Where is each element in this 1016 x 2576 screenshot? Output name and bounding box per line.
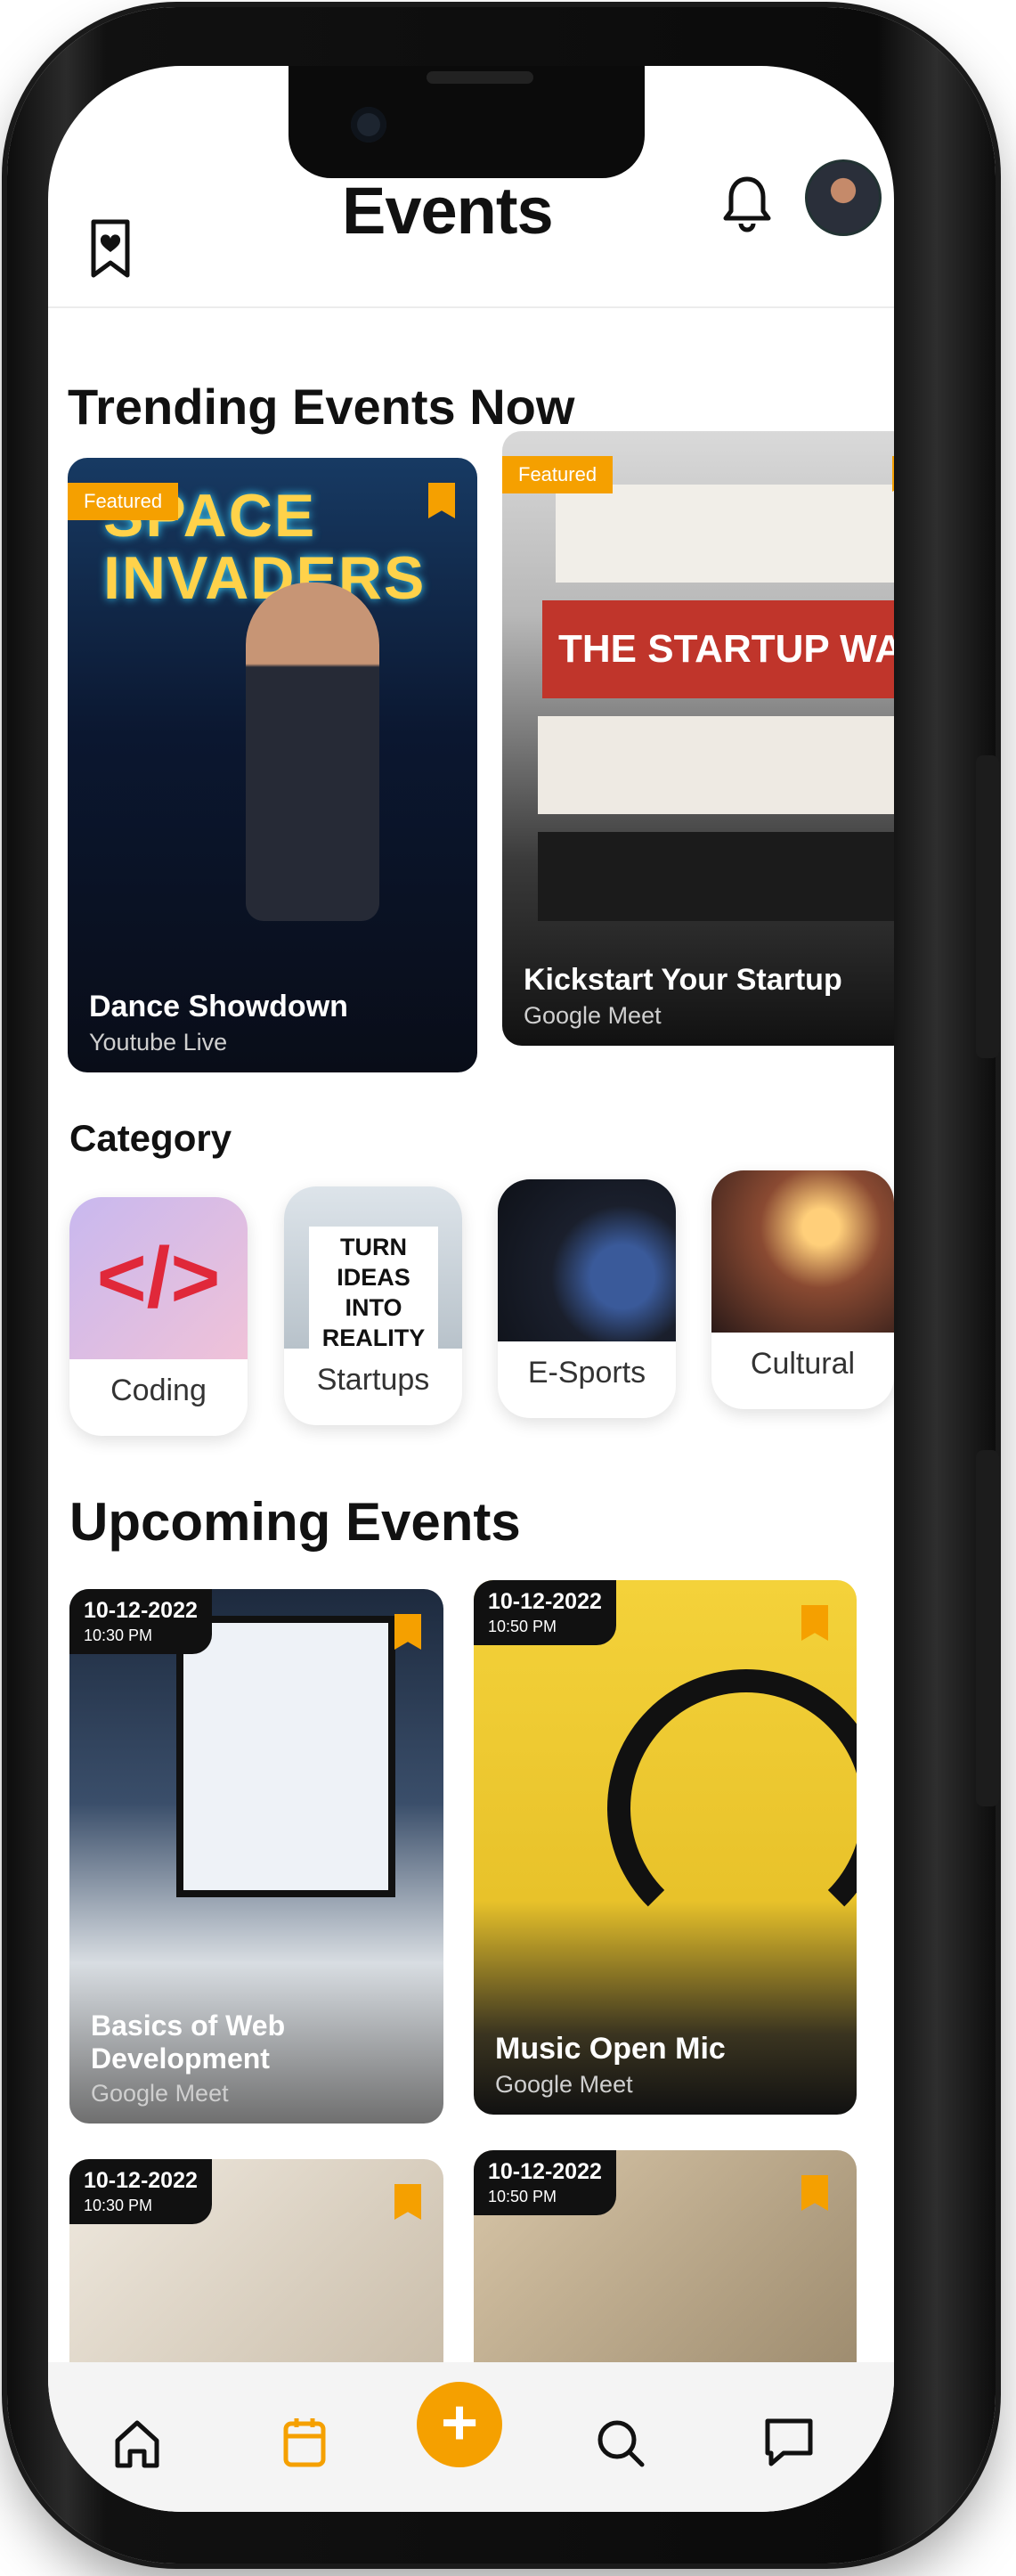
bookmark-heart-icon[interactable] bbox=[88, 217, 133, 280]
event-date: 10-12-2022 bbox=[84, 2168, 198, 2193]
category-label: E-Sports bbox=[527, 1356, 646, 1390]
category-item-startups[interactable]: TURN IDEAS INTO REALITY Startups bbox=[284, 1186, 462, 1425]
featured-badge: Featured bbox=[68, 483, 179, 520]
card-platform: Google Meet bbox=[91, 2080, 229, 2107]
home-icon[interactable] bbox=[110, 2417, 164, 2471]
date-tag: 10-12-2022 10:50 PM bbox=[474, 2150, 616, 2215]
event-time: 10:30 PM bbox=[84, 1626, 153, 1644]
card-platform: Google Meet bbox=[495, 2071, 633, 2098]
code-icon: </> bbox=[69, 1197, 248, 1359]
upcoming-card-1[interactable]: 10-12-2022 10:30 PM Basics of Web Develo… bbox=[69, 1589, 443, 2124]
bookmark-icon[interactable] bbox=[801, 2175, 828, 2211]
event-date: 10-12-2022 bbox=[84, 1598, 198, 1623]
event-date: 10-12-2022 bbox=[488, 2159, 602, 2184]
upcoming-card-3[interactable]: 10-12-2022 10:30 PM bbox=[69, 2159, 443, 2391]
avatar[interactable] bbox=[805, 159, 882, 236]
book-2: THE STARTUP WAY bbox=[542, 600, 894, 698]
card-title: Kickstart Your Startup bbox=[524, 963, 842, 997]
page-title: Events bbox=[342, 174, 554, 248]
headphones-icon bbox=[607, 1669, 857, 1947]
side-button-upper bbox=[976, 755, 999, 1058]
category-item-cultural[interactable]: Cultural bbox=[711, 1170, 894, 1409]
calendar-icon[interactable] bbox=[278, 2414, 331, 2471]
date-tag: 10-12-2022 10:30 PM bbox=[69, 2159, 212, 2224]
card-title: Dance Showdown bbox=[89, 990, 348, 1023]
card-platform: Youtube Live bbox=[89, 1029, 228, 1056]
category-label: Cultural bbox=[750, 1347, 856, 1381]
trending-heading: Trending Events Now bbox=[68, 379, 575, 435]
category-heading: Category bbox=[69, 1117, 232, 1159]
card-photo-person bbox=[246, 583, 379, 921]
book-3 bbox=[538, 716, 894, 814]
lightbox-text: TURN IDEAS INTO REALITY bbox=[309, 1227, 438, 1358]
date-tag: 10-12-2022 10:50 PM bbox=[474, 1580, 616, 1645]
bookmark-icon[interactable] bbox=[394, 2184, 421, 2220]
event-date: 10-12-2022 bbox=[488, 1589, 602, 1614]
camera bbox=[351, 107, 386, 143]
upcoming-card-4[interactable]: 10-12-2022 10:50 PM bbox=[474, 2150, 857, 2391]
startups-image: TURN IDEAS INTO REALITY bbox=[284, 1186, 462, 1358]
book-1 bbox=[556, 485, 894, 583]
book-4 bbox=[538, 832, 894, 921]
category-label: Coding bbox=[110, 1374, 207, 1407]
category-label: Startups bbox=[316, 1363, 430, 1397]
upcoming-heading: Upcoming Events bbox=[69, 1492, 521, 1552]
speaker bbox=[427, 71, 533, 84]
bell-icon[interactable] bbox=[720, 173, 774, 235]
side-button-lower bbox=[976, 1450, 999, 1806]
date-tag: 10-12-2022 10:30 PM bbox=[69, 1589, 212, 1654]
event-time: 10:50 PM bbox=[488, 2188, 557, 2205]
notch bbox=[289, 66, 645, 178]
cultural-image bbox=[711, 1170, 894, 1333]
monitor-image bbox=[176, 1616, 395, 1897]
event-time: 10:50 PM bbox=[488, 1618, 557, 1635]
bookmark-icon[interactable] bbox=[892, 456, 894, 492]
trending-card-2[interactable]: THE STARTUP WAY Featured Kickstart Your … bbox=[502, 431, 894, 1046]
upcoming-card-2[interactable]: 10-12-2022 10:50 PM Music Open Mic Googl… bbox=[474, 1580, 857, 2115]
bookmark-icon[interactable] bbox=[394, 1614, 421, 1650]
card-platform: Google Meet bbox=[524, 1002, 662, 1029]
esports-image bbox=[498, 1179, 676, 1341]
phone-screen: Events Trending Events Now SPACE INVADER… bbox=[48, 66, 894, 2512]
add-event-button[interactable]: + bbox=[417, 2382, 502, 2467]
card-title: Basics of Web Development bbox=[91, 2009, 286, 2075]
category-item-esports[interactable]: E-Sports bbox=[498, 1179, 676, 1418]
trending-card-1[interactable]: SPACE INVADERS Featured Dance Showdown Y… bbox=[68, 458, 477, 1072]
bookmark-icon[interactable] bbox=[801, 1605, 828, 1641]
chat-icon[interactable] bbox=[760, 2416, 817, 2469]
card-title: Music Open Mic bbox=[495, 2032, 726, 2066]
category-item-coding[interactable]: </> Coding bbox=[69, 1197, 248, 1436]
search-icon[interactable] bbox=[591, 2414, 648, 2471]
phone-frame: Events Trending Events Now SPACE INVADER… bbox=[7, 7, 999, 2564]
event-time: 10:30 PM bbox=[84, 2197, 153, 2214]
featured-badge: Featured bbox=[502, 456, 614, 493]
